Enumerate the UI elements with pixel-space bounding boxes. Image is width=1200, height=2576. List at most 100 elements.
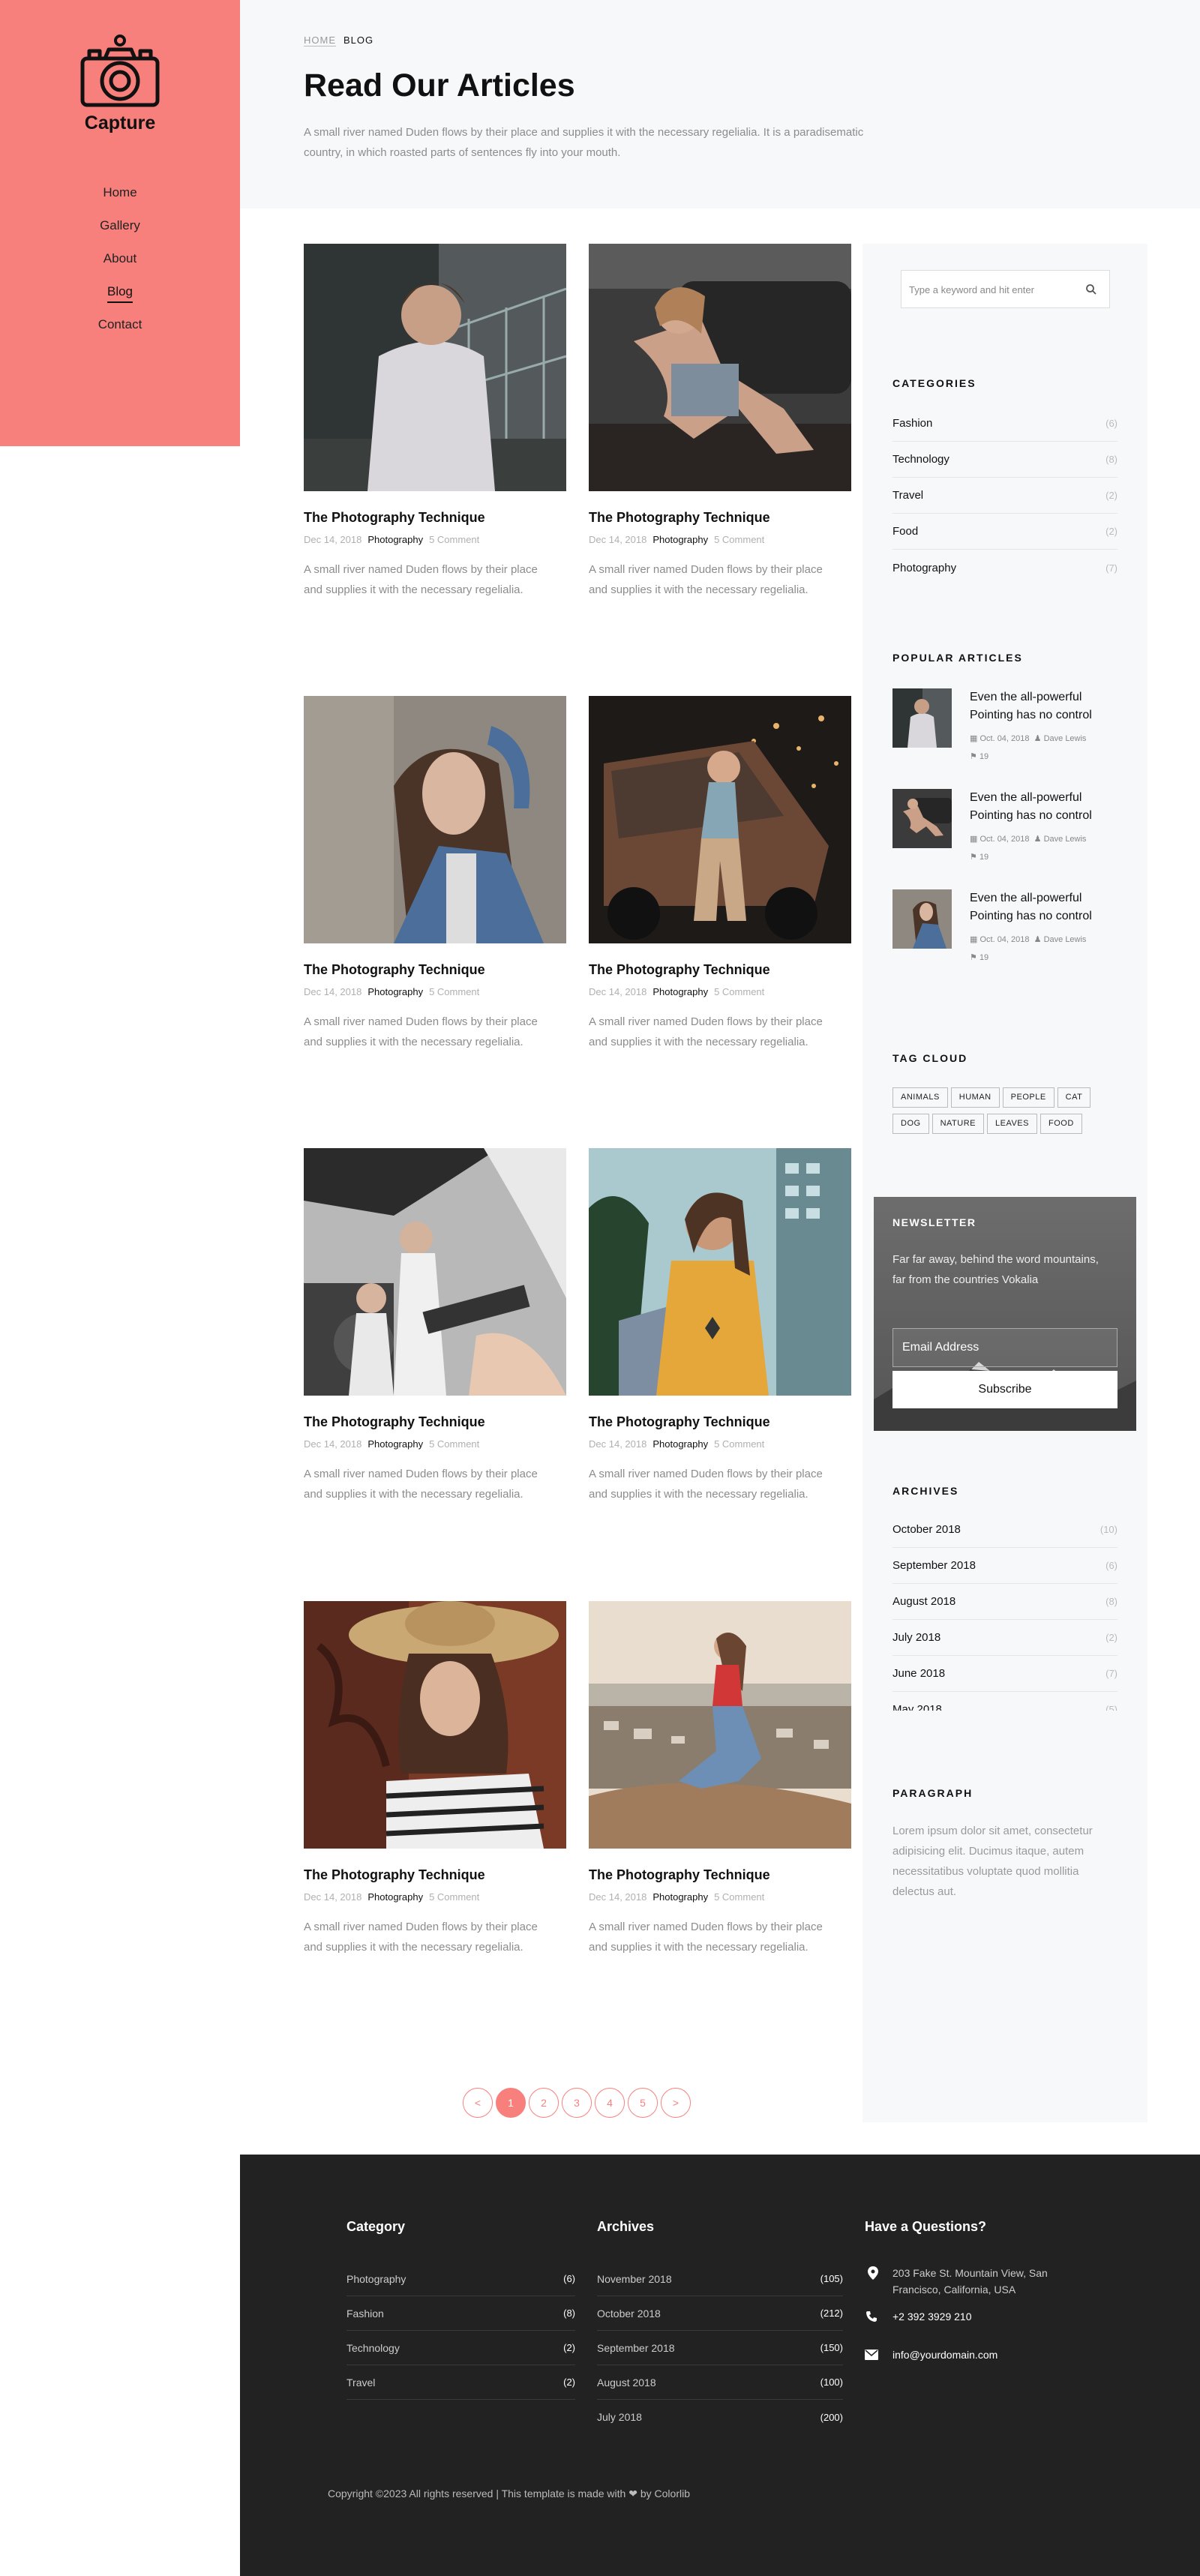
popular-article-author[interactable]: Dave Lewis (1044, 734, 1087, 743)
article-category[interactable]: Photography (652, 1891, 708, 1903)
nav-contact-label[interactable]: Contact (98, 316, 142, 334)
article-photo[interactable] (304, 1601, 566, 1849)
article-photo[interactable] (589, 1148, 851, 1396)
category-item[interactable]: Fashion (6) (892, 406, 1118, 442)
article-photo[interactable] (304, 1148, 566, 1396)
category-item[interactable]: Travel (2) (892, 478, 1118, 514)
popular-article-title[interactable]: Even the all-powerful Pointing has no co… (970, 688, 1120, 724)
footer-archive-month[interactable]: August 2018 (597, 2377, 656, 2389)
nav-about[interactable]: About (0, 250, 240, 283)
footer-category-name[interactable]: Fashion (346, 2308, 384, 2320)
article-category[interactable]: Photography (652, 534, 708, 545)
popular-article-author[interactable]: Dave Lewis (1044, 835, 1087, 844)
popular-article-title[interactable]: Even the all-powerful Pointing has no co… (970, 889, 1120, 925)
archive-item[interactable]: July 2018 (2) (892, 1620, 1118, 1656)
article-category[interactable]: Photography (652, 1438, 708, 1450)
article-title[interactable]: The Photography Technique (304, 1414, 566, 1430)
footer-category-item[interactable]: Travel (2) (346, 2365, 575, 2400)
popular-article-title[interactable]: Even the all-powerful Pointing has no co… (970, 789, 1120, 825)
popular-article-date[interactable]: Oct. 04, 2018 (980, 734, 1029, 743)
nav-home[interactable]: Home (0, 184, 240, 217)
article-date[interactable]: Dec 14, 2018 (304, 1891, 362, 1903)
popular-article-comment-count[interactable]: 19 (980, 953, 988, 962)
article-title[interactable]: The Photography Technique (589, 1867, 851, 1883)
footer-category-item[interactable]: Fashion (8) (346, 2296, 575, 2331)
article-date[interactable]: Dec 14, 2018 (589, 986, 646, 997)
archive-month[interactable]: May 2018 (892, 1703, 942, 1711)
category-name[interactable]: Travel (892, 489, 923, 502)
article-comments[interactable]: 5 Comment (714, 534, 764, 545)
nav-gallery-label[interactable]: Gallery (100, 217, 140, 235)
footer-archive-month[interactable]: July 2018 (597, 2411, 642, 2423)
footer-category-item[interactable]: Photography (6) (346, 2262, 575, 2296)
nav-contact[interactable]: Contact (0, 316, 240, 349)
archive-month[interactable]: June 2018 (892, 1667, 945, 1680)
subscribe-button[interactable]: Subscribe (892, 1371, 1118, 1408)
footer-category-item[interactable]: Technology (2) (346, 2331, 575, 2365)
article-category[interactable]: Photography (368, 1891, 423, 1903)
article-title[interactable]: The Photography Technique (589, 1414, 851, 1430)
popular-article-date[interactable]: Oct. 04, 2018 (980, 835, 1029, 844)
article-title[interactable]: The Photography Technique (589, 510, 851, 526)
tag-link[interactable]: HUMAN (950, 1087, 1000, 1108)
search-icon[interactable] (1085, 283, 1097, 295)
article-comments[interactable]: 5 Comment (429, 1891, 479, 1903)
article-title[interactable]: The Photography Technique (304, 1867, 566, 1883)
tag-link[interactable]: CAT (1057, 1087, 1091, 1108)
article-comments[interactable]: 5 Comment (429, 534, 479, 545)
article-date[interactable]: Dec 14, 2018 (589, 534, 646, 545)
article-photo[interactable] (304, 696, 566, 943)
article-title[interactable]: The Photography Technique (589, 962, 851, 978)
article-date[interactable]: Dec 14, 2018 (589, 1438, 646, 1450)
archive-item[interactable]: June 2018 (7) (892, 1656, 1118, 1692)
archive-item[interactable]: September 2018 (6) (892, 1548, 1118, 1584)
popular-article-comment-count[interactable]: 19 (980, 853, 988, 862)
article-date[interactable]: Dec 14, 2018 (304, 534, 362, 545)
page-1-button[interactable]: 1 (496, 2088, 526, 2118)
footer-phone-number[interactable]: +2 392 3929 210 (892, 2308, 1088, 2325)
category-name[interactable]: Technology (892, 453, 950, 466)
footer-category-name[interactable]: Photography (346, 2273, 406, 2285)
category-item[interactable]: Photography (7) (892, 550, 1118, 586)
article-comments[interactable]: 5 Comment (714, 1891, 764, 1903)
category-name[interactable]: Photography (892, 562, 956, 574)
next-page-button[interactable]: > (661, 2088, 691, 2118)
tag-link[interactable]: FOOD (1040, 1114, 1082, 1134)
archive-item[interactable]: May 2018 (5) (892, 1692, 1118, 1711)
nav-gallery[interactable]: Gallery (0, 217, 240, 250)
category-name[interactable]: Fashion (892, 417, 932, 430)
footer-archive-item[interactable]: August 2018 (100) (597, 2365, 843, 2400)
page-5-button[interactable]: 5 (628, 2088, 658, 2118)
article-comments[interactable]: 5 Comment (429, 986, 479, 997)
footer-archive-month[interactable]: October 2018 (597, 2308, 661, 2320)
footer-archive-item[interactable]: October 2018 (212) (597, 2296, 843, 2331)
article-date[interactable]: Dec 14, 2018 (304, 1438, 362, 1450)
archive-month[interactable]: July 2018 (892, 1631, 940, 1644)
prev-page-button[interactable]: < (463, 2088, 493, 2118)
footer-archive-item[interactable]: November 2018 (105) (597, 2262, 843, 2296)
popular-article-comments[interactable]: ⚑ 19 (970, 852, 988, 862)
article-date[interactable]: Dec 14, 2018 (304, 986, 362, 997)
category-item[interactable]: Technology (8) (892, 442, 1118, 478)
popular-article-comment-count[interactable]: 19 (980, 752, 988, 761)
footer-email-address[interactable]: info@yourdomain.com (892, 2347, 1088, 2363)
brand-name[interactable]: Capture (0, 112, 240, 134)
article-category[interactable]: Photography (368, 1438, 423, 1450)
article-photo[interactable] (304, 244, 566, 491)
article-photo[interactable] (589, 1601, 851, 1849)
article-photo[interactable] (589, 244, 851, 491)
category-item[interactable]: Food (2) (892, 514, 1118, 550)
archive-month[interactable]: September 2018 (892, 1559, 976, 1572)
article-comments[interactable]: 5 Comment (714, 986, 764, 997)
article-title[interactable]: The Photography Technique (304, 510, 566, 526)
popular-article-thumb[interactable] (892, 789, 952, 848)
article-photo[interactable] (589, 696, 851, 943)
tag-link[interactable]: LEAVES (986, 1114, 1037, 1134)
popular-article-comments[interactable]: ⚑ 19 (970, 751, 988, 761)
tag-link[interactable]: ANIMALS (892, 1087, 948, 1108)
popular-article-date[interactable]: Oct. 04, 2018 (980, 935, 1029, 944)
archive-item[interactable]: October 2018 (10) (892, 1512, 1118, 1548)
copyright-credit-link[interactable]: by Colorlib (640, 2488, 690, 2500)
archive-month[interactable]: October 2018 (892, 1523, 961, 1536)
article-date[interactable]: Dec 14, 2018 (589, 1891, 646, 1903)
